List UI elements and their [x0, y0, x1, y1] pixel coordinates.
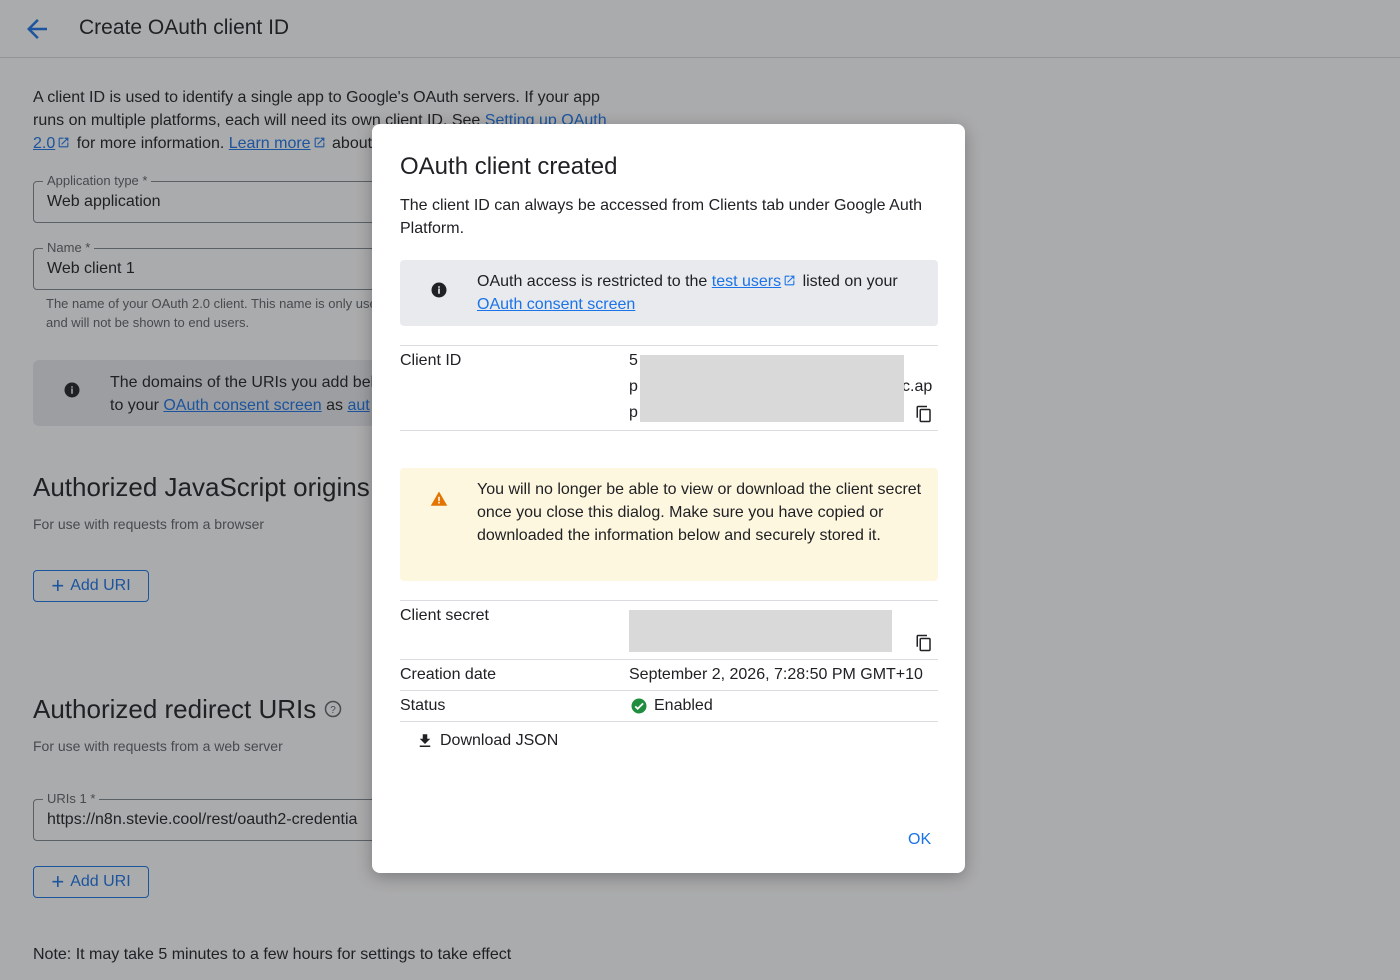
info-icon — [431, 282, 447, 298]
test-users-link[interactable]: test users — [712, 273, 781, 290]
download-json-button[interactable]: Download JSON — [416, 732, 558, 750]
oauth-consent-screen-link[interactable]: OAuth consent screen — [477, 296, 635, 313]
secret-warning-box: You will no longer be able to view or do… — [400, 468, 938, 581]
info-part1: OAuth access is restricted to the — [477, 273, 712, 290]
divider — [400, 600, 938, 601]
divider — [400, 721, 938, 722]
client-id-line2-start: p — [629, 378, 638, 395]
secret-warning-text: You will no longer be able to view or do… — [477, 481, 922, 544]
check-circle-icon — [631, 698, 647, 714]
client-id-line2-end: c.ap — [902, 378, 933, 395]
copy-icon[interactable] — [915, 405, 933, 423]
client-secret-label: Client secret — [400, 607, 489, 624]
info-part2: listed on your — [798, 273, 898, 290]
client-id-line1: 5 — [629, 352, 638, 369]
external-link-icon — [784, 275, 795, 286]
download-icon — [419, 734, 431, 747]
dialog-title: OAuth client created — [400, 153, 618, 180]
client-id-label: Client ID — [400, 352, 462, 369]
divider — [400, 690, 938, 691]
divider — [400, 345, 938, 346]
test-users-info-box: OAuth access is restricted to the test u… — [400, 260, 938, 326]
oauth-client-created-dialog: OAuth client created The client ID can a… — [372, 124, 965, 873]
client-id-line3: p — [629, 404, 638, 421]
creation-date-value: September 2, 2026, 7:28:50 PM GMT+10 — [629, 666, 923, 683]
status-value: Enabled — [654, 697, 713, 714]
dialog-description: The client ID can always be accessed fro… — [400, 197, 923, 237]
divider — [400, 430, 938, 431]
ok-button[interactable]: OK — [908, 831, 931, 849]
divider — [400, 659, 938, 660]
redacted-client-secret — [629, 610, 892, 652]
copy-icon[interactable] — [915, 634, 933, 652]
status-label: Status — [400, 697, 446, 714]
download-json-label: Download JSON — [440, 732, 559, 749]
warning-icon — [430, 491, 448, 506]
redacted-client-id — [640, 355, 904, 422]
creation-date-label: Creation date — [400, 666, 497, 683]
